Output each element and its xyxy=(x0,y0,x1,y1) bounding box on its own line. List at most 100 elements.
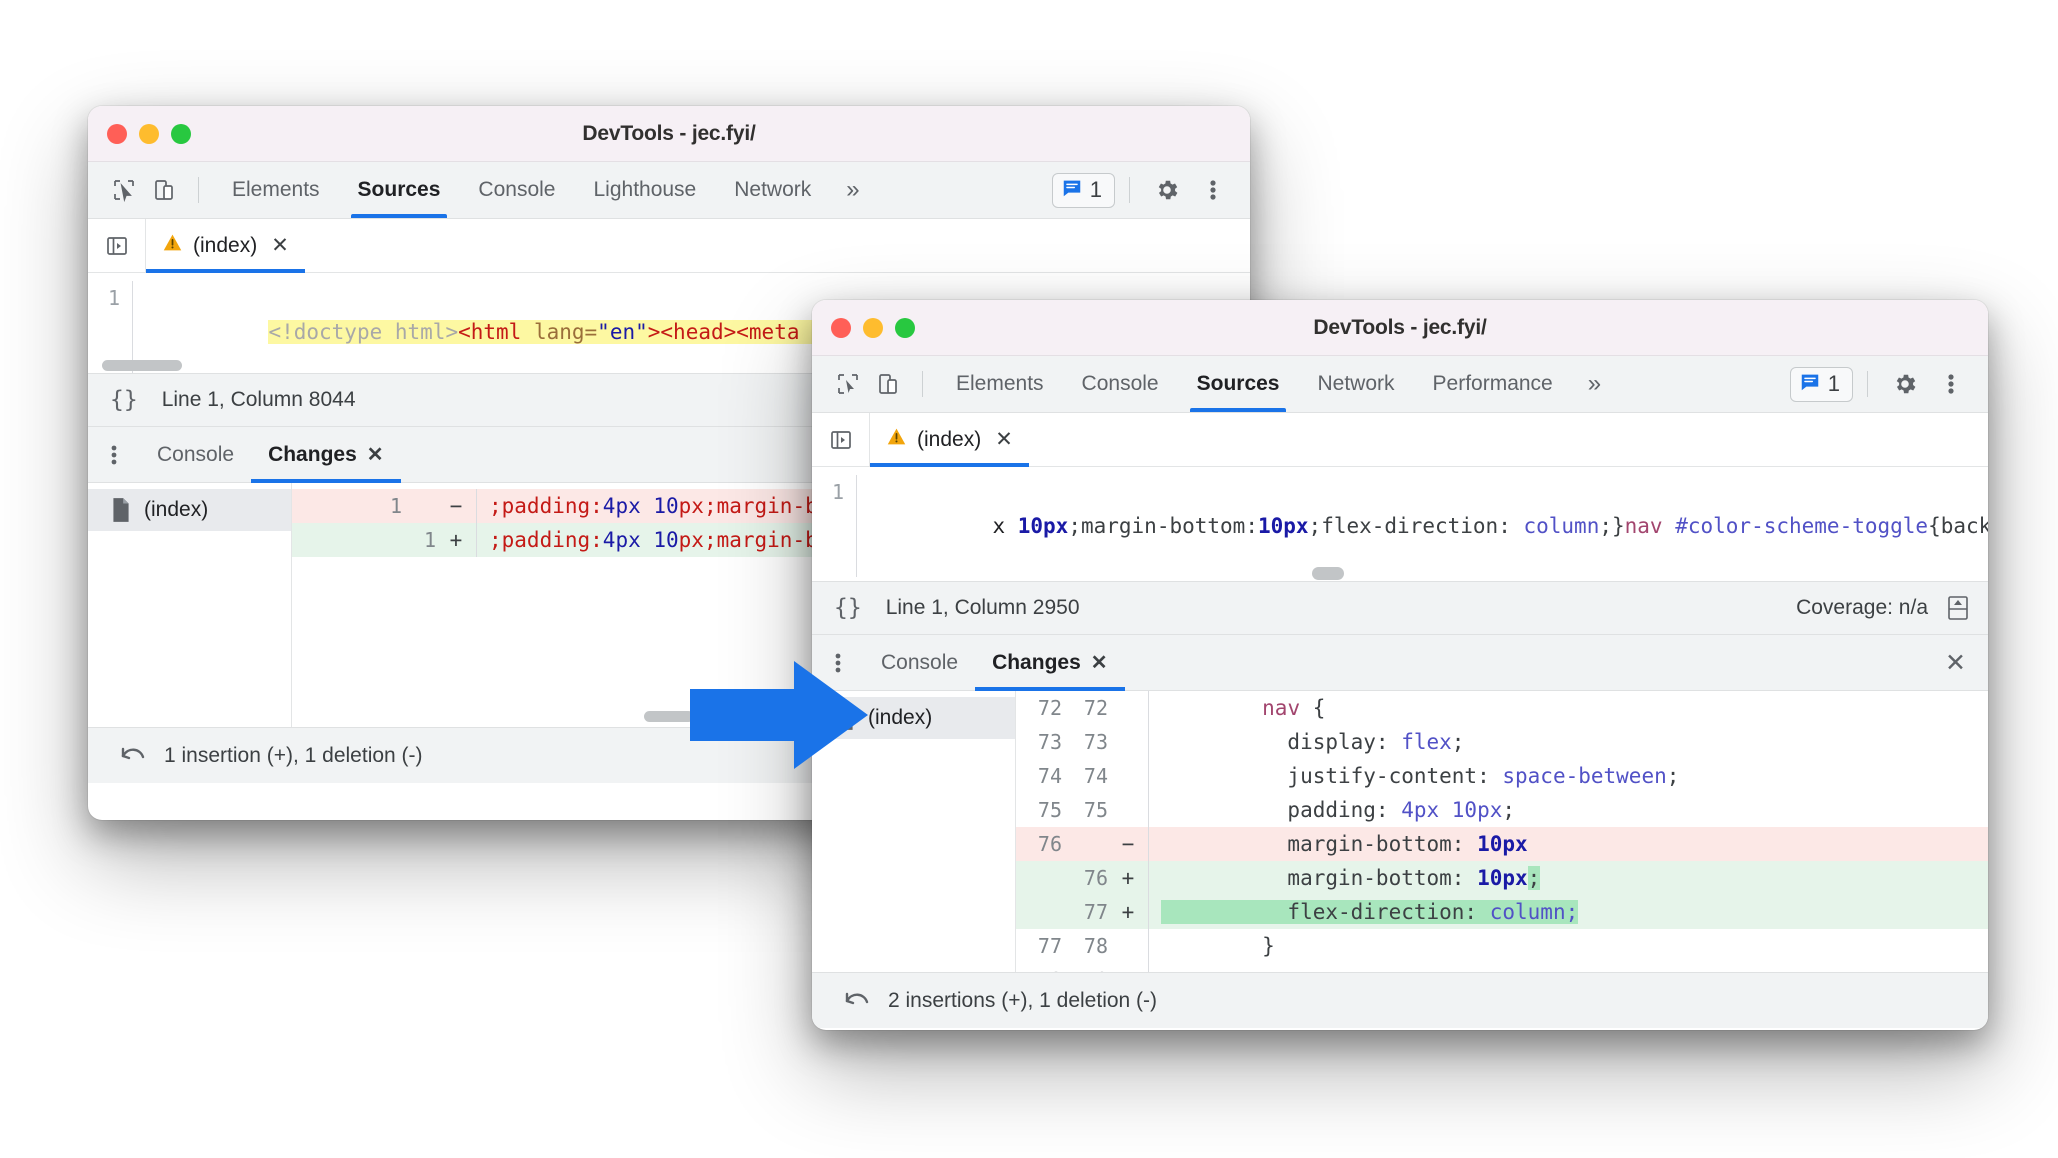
message-count-badge-back[interactable]: 1 xyxy=(1051,172,1115,208)
close-icon[interactable]: ✕ xyxy=(995,427,1013,452)
close-window-button[interactable] xyxy=(831,317,851,338)
code-token: ;flex-direction: xyxy=(1308,514,1524,538)
drawer-tab-console-back[interactable]: Console xyxy=(140,427,251,482)
diff-sign: + xyxy=(1121,866,1135,890)
gear-icon[interactable] xyxy=(1144,170,1190,210)
undo-arrow-icon[interactable] xyxy=(842,990,870,1012)
code-token: <html xyxy=(458,320,522,344)
format-braces-icon[interactable]: {} xyxy=(110,387,138,413)
code-token: <meta xyxy=(736,320,800,344)
minimize-window-button[interactable] xyxy=(139,123,159,144)
minimize-window-button[interactable] xyxy=(863,317,883,338)
diff-line-number-old: 73 xyxy=(1037,730,1062,754)
panel-tabs-front[interactable]: Elements Console Sources Network Perform… xyxy=(937,356,1617,412)
traffic-lights-back[interactable] xyxy=(107,123,191,144)
diff-line-number-new xyxy=(1062,827,1108,861)
line-number: 1 xyxy=(831,480,844,504)
cursor-position-back: Line 1, Column 8044 xyxy=(161,388,356,411)
scrollbar-thumb[interactable] xyxy=(102,360,182,371)
diff-code: justify-content: space-between; xyxy=(1148,759,1988,793)
code-line-front[interactable]: x 10px;margin-bottom:10px;flex-direction… xyxy=(856,475,1988,577)
code-token: justify-content: xyxy=(1161,764,1503,788)
scrollbar-thumb[interactable] xyxy=(1312,567,1344,580)
undo-arrow-icon[interactable] xyxy=(118,745,146,767)
devtools-window-front[interactable]: DevTools - jec.fyi/ Elements Console Sou… xyxy=(812,300,1988,1030)
device-toolbar-icon[interactable] xyxy=(144,171,184,209)
diff-row: 74 74 justify-content: space-between; xyxy=(1016,759,1988,793)
message-count: 1 xyxy=(1827,371,1840,396)
close-icon[interactable]: ✕ xyxy=(367,442,384,467)
drawer-toggle-icon[interactable] xyxy=(1944,593,1972,623)
code-token: ; xyxy=(1666,764,1680,788)
diff-sign: − xyxy=(1121,832,1135,856)
diff-line-number-old xyxy=(1016,861,1062,895)
diff-view-front[interactable]: 72 72 nav {73 73 display: flex; 74 74 justif… xyxy=(1016,691,1988,972)
tab-performance[interactable]: Performance xyxy=(1414,356,1572,412)
tab-network[interactable]: Network xyxy=(715,162,830,218)
code-token: { xyxy=(1312,696,1326,720)
tab-console[interactable]: Console xyxy=(459,162,574,218)
cursor-position-front: Line 1, Column 2950 xyxy=(885,596,1080,619)
tab-sources[interactable]: Sources xyxy=(339,162,460,218)
code-token: 10px xyxy=(1477,832,1528,856)
maximize-window-button[interactable] xyxy=(171,123,191,144)
diff-code: margin-bottom: 10px xyxy=(1148,827,1988,861)
tab-network[interactable]: Network xyxy=(1298,356,1413,412)
source-editor-front[interactable]: 1 x 10px;margin-bottom:10px;flex-directi… xyxy=(812,467,1988,581)
editor-hscrollbar-front[interactable] xyxy=(812,565,1988,581)
tab-sources[interactable]: Sources xyxy=(1178,356,1299,412)
diff-code: nav { xyxy=(1148,691,1988,725)
kebab-menu-icon[interactable] xyxy=(1190,170,1236,210)
traffic-lights-front[interactable] xyxy=(831,317,915,338)
code-token: #color-scheme-toggle xyxy=(1675,514,1929,538)
scrollbar-thumb[interactable] xyxy=(644,711,694,722)
diff-line-number-new: 75 xyxy=(1083,798,1108,822)
code-token: lang= xyxy=(521,320,598,344)
show-navigator-icon[interactable] xyxy=(812,413,870,466)
format-braces-icon[interactable]: {} xyxy=(834,595,862,621)
close-window-button[interactable] xyxy=(107,123,127,144)
drawer-tab-console-front[interactable]: Console xyxy=(864,635,975,690)
maximize-window-button[interactable] xyxy=(895,317,915,338)
warning-triangle-icon xyxy=(162,232,183,259)
gear-icon[interactable] xyxy=(1882,364,1928,404)
device-toolbar-icon[interactable] xyxy=(868,365,908,403)
code-token: {background: xyxy=(1928,514,1988,538)
tab-console[interactable]: Console xyxy=(1063,356,1178,412)
file-tab-index-back[interactable]: (index) ✕ xyxy=(146,219,305,273)
close-drawer-icon[interactable]: ✕ xyxy=(1923,635,1988,690)
close-icon[interactable]: ✕ xyxy=(271,233,289,258)
diff-sign xyxy=(1108,963,1148,972)
show-navigator-icon[interactable] xyxy=(88,219,146,272)
diff-row: 7879 xyxy=(1016,963,1988,972)
kebab-menu-icon[interactable] xyxy=(1928,364,1974,404)
file-tab-index-front[interactable]: (index) ✕ xyxy=(870,413,1029,467)
close-icon[interactable]: ✕ xyxy=(1091,650,1108,675)
blue-arrow-annotation xyxy=(690,655,870,780)
tab-lighthouse[interactable]: Lighthouse xyxy=(574,162,715,218)
inspect-cursor-icon[interactable] xyxy=(828,365,868,403)
inspect-cursor-icon[interactable] xyxy=(104,171,144,209)
code-token: <head> xyxy=(660,320,737,344)
message-count: 1 xyxy=(1089,177,1102,202)
diff-sign xyxy=(1108,691,1148,725)
more-tabs-icon[interactable]: » xyxy=(1572,356,1617,412)
more-tabs-icon[interactable]: » xyxy=(830,162,875,218)
changes-sidebar-back[interactable]: (index) xyxy=(88,483,292,727)
changes-file-item[interactable]: (index) xyxy=(88,489,291,531)
panel-tabs-back[interactable]: Elements Sources Console Lighthouse Netw… xyxy=(213,162,876,218)
message-bubble-icon xyxy=(1799,371,1821,398)
code-token: ; xyxy=(1451,730,1465,754)
toolbar-divider xyxy=(198,177,199,203)
changes-footer-front: 2 insertions (+), 1 deletion (-) xyxy=(812,972,1988,1028)
toolbar-right-back: 1 xyxy=(1051,170,1236,210)
toolbar-right-front: 1 xyxy=(1789,364,1974,404)
message-count-badge-front[interactable]: 1 xyxy=(1789,366,1853,402)
diff-line-number-old: 76 xyxy=(1037,832,1062,856)
drawer-kebab-menu-icon[interactable] xyxy=(88,427,140,482)
drawer-tab-changes-front[interactable]: Changes ✕ xyxy=(975,635,1125,691)
tab-elements[interactable]: Elements xyxy=(213,162,339,218)
drawer-tab-changes-back[interactable]: Changes ✕ xyxy=(251,427,401,483)
tab-elements[interactable]: Elements xyxy=(937,356,1063,412)
